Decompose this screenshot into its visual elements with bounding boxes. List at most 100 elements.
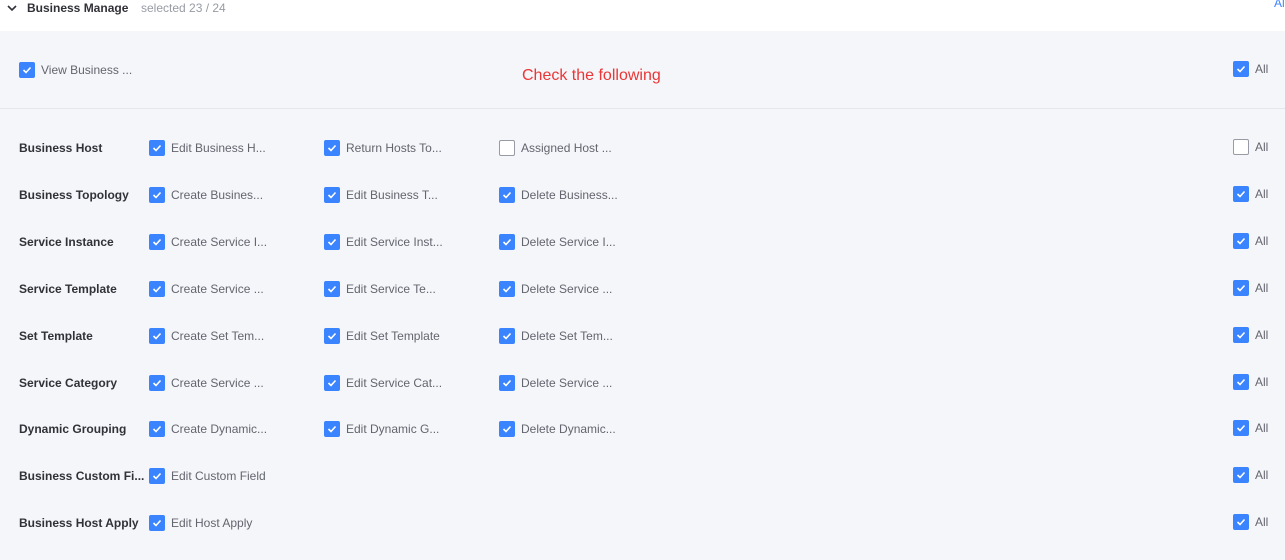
section-header[interactable]: Business Manage selected 23 / 24 All xyxy=(0,0,1285,31)
row-all-label: All xyxy=(1255,375,1269,389)
row-label: Service Category xyxy=(19,376,118,390)
row-all-checkbox[interactable] xyxy=(1233,233,1249,249)
permission-checkbox[interactable] xyxy=(324,421,340,437)
permission-label: Edit Set Template xyxy=(346,329,440,343)
permission-checkbox[interactable] xyxy=(499,421,515,437)
permission-label: Create Service ... xyxy=(171,376,264,390)
check-icon xyxy=(152,285,162,293)
row-label: Business Host xyxy=(19,141,103,155)
permission-label: Return Hosts To... xyxy=(346,141,442,155)
permission-checkbox[interactable] xyxy=(499,234,515,250)
section-title: Business Manage xyxy=(27,1,129,15)
hint-text: Check the following xyxy=(522,67,661,84)
row-label: Business Topology xyxy=(19,188,129,202)
permission-label: Edit Business H... xyxy=(171,141,266,155)
row-all-label: All xyxy=(1255,421,1269,435)
permission-label: Assigned Host ... xyxy=(521,141,612,155)
permission-checkbox[interactable] xyxy=(499,187,515,203)
chevron-down-icon[interactable] xyxy=(6,2,18,14)
row-label: Service Template xyxy=(19,282,117,296)
permission-label: Create Dynamic... xyxy=(171,422,268,436)
permission-checkbox[interactable] xyxy=(324,140,340,156)
permission-label: Create Set Tem... xyxy=(171,329,265,343)
permission-label: Delete Service I... xyxy=(521,235,616,249)
check-icon xyxy=(502,285,512,293)
permission-checkbox[interactable] xyxy=(324,281,340,297)
permission-checkbox[interactable] xyxy=(149,234,165,250)
permission-checkbox[interactable] xyxy=(499,375,515,391)
row-all-label: All xyxy=(1255,281,1269,295)
all-checkbox[interactable] xyxy=(1233,61,1249,77)
row-all-checkbox[interactable] xyxy=(1233,139,1249,155)
row-label: Business Host Apply xyxy=(19,516,139,530)
permission-checkbox[interactable] xyxy=(149,140,165,156)
check-icon xyxy=(1236,331,1246,339)
row-all-checkbox[interactable] xyxy=(1233,186,1249,202)
row-all-label: All xyxy=(1255,515,1269,529)
check-icon xyxy=(502,238,512,246)
selected-count: selected 23 / 24 xyxy=(141,1,226,15)
permission-checkbox[interactable] xyxy=(324,328,340,344)
permission-label: Delete Set Tem... xyxy=(521,329,613,343)
permission-checkbox[interactable] xyxy=(499,281,515,297)
permission-checkbox[interactable] xyxy=(149,468,165,484)
row-all-checkbox[interactable] xyxy=(1233,467,1249,483)
check-icon xyxy=(502,191,512,199)
check-icon xyxy=(327,191,337,199)
check-icon xyxy=(327,238,337,246)
row-label: Dynamic Grouping xyxy=(19,422,127,436)
view-business-checkbox[interactable] xyxy=(19,62,35,78)
row-all-checkbox[interactable] xyxy=(1233,374,1249,390)
permission-checkbox[interactable] xyxy=(324,234,340,250)
row-all-checkbox[interactable] xyxy=(1233,327,1249,343)
permission-label: Delete Dynamic... xyxy=(521,422,616,436)
check-icon xyxy=(152,144,162,152)
check-icon xyxy=(152,332,162,340)
check-icon xyxy=(1236,65,1246,73)
row-all-checkbox[interactable] xyxy=(1233,280,1249,296)
check-icon xyxy=(327,332,337,340)
check-icon xyxy=(152,519,162,527)
permission-checkbox[interactable] xyxy=(149,187,165,203)
permission-checkbox[interactable] xyxy=(499,328,515,344)
row-label: Service Instance xyxy=(19,235,114,249)
permission-label: Delete Business... xyxy=(521,188,618,202)
permission-label: Edit Host Apply xyxy=(171,516,253,530)
check-icon xyxy=(152,379,162,387)
permission-checkbox[interactable] xyxy=(324,375,340,391)
row-all-checkbox[interactable] xyxy=(1233,514,1249,530)
row-label: Business Custom Fi... xyxy=(19,469,145,483)
view-business-label: View Business ... xyxy=(41,63,133,77)
check-icon xyxy=(152,472,162,480)
permission-label: Create Busines... xyxy=(171,188,264,202)
check-icon xyxy=(152,191,162,199)
permission-checkbox[interactable] xyxy=(149,515,165,531)
check-icon xyxy=(327,379,337,387)
row-all-label: All xyxy=(1255,328,1269,342)
row-all-label: All xyxy=(1255,234,1269,248)
permission-checkbox[interactable] xyxy=(324,187,340,203)
select-all-link[interactable]: All xyxy=(1274,0,1285,10)
check-icon xyxy=(1236,471,1246,479)
row-all-label: All xyxy=(1255,187,1269,201)
permission-label: Create Service I... xyxy=(171,235,268,249)
check-icon xyxy=(502,425,512,433)
check-icon xyxy=(1236,190,1246,198)
check-icon xyxy=(327,285,337,293)
row-all-label: All xyxy=(1255,140,1269,154)
all-label: All xyxy=(1255,62,1269,76)
permission-checkbox[interactable] xyxy=(499,140,515,156)
check-icon xyxy=(1236,284,1246,292)
permission-checkbox[interactable] xyxy=(149,421,165,437)
permission-checkbox[interactable] xyxy=(149,375,165,391)
permission-label: Delete Service ... xyxy=(521,376,613,390)
check-icon xyxy=(152,425,162,433)
row-label: Set Template xyxy=(19,329,93,343)
permission-checkbox[interactable] xyxy=(149,281,165,297)
permission-label: Edit Custom Field xyxy=(171,469,266,483)
check-icon xyxy=(1236,518,1246,526)
permission-checkbox[interactable] xyxy=(149,328,165,344)
permission-label: Edit Service Cat... xyxy=(346,376,443,390)
row-all-checkbox[interactable] xyxy=(1233,420,1249,436)
check-icon xyxy=(327,425,337,433)
